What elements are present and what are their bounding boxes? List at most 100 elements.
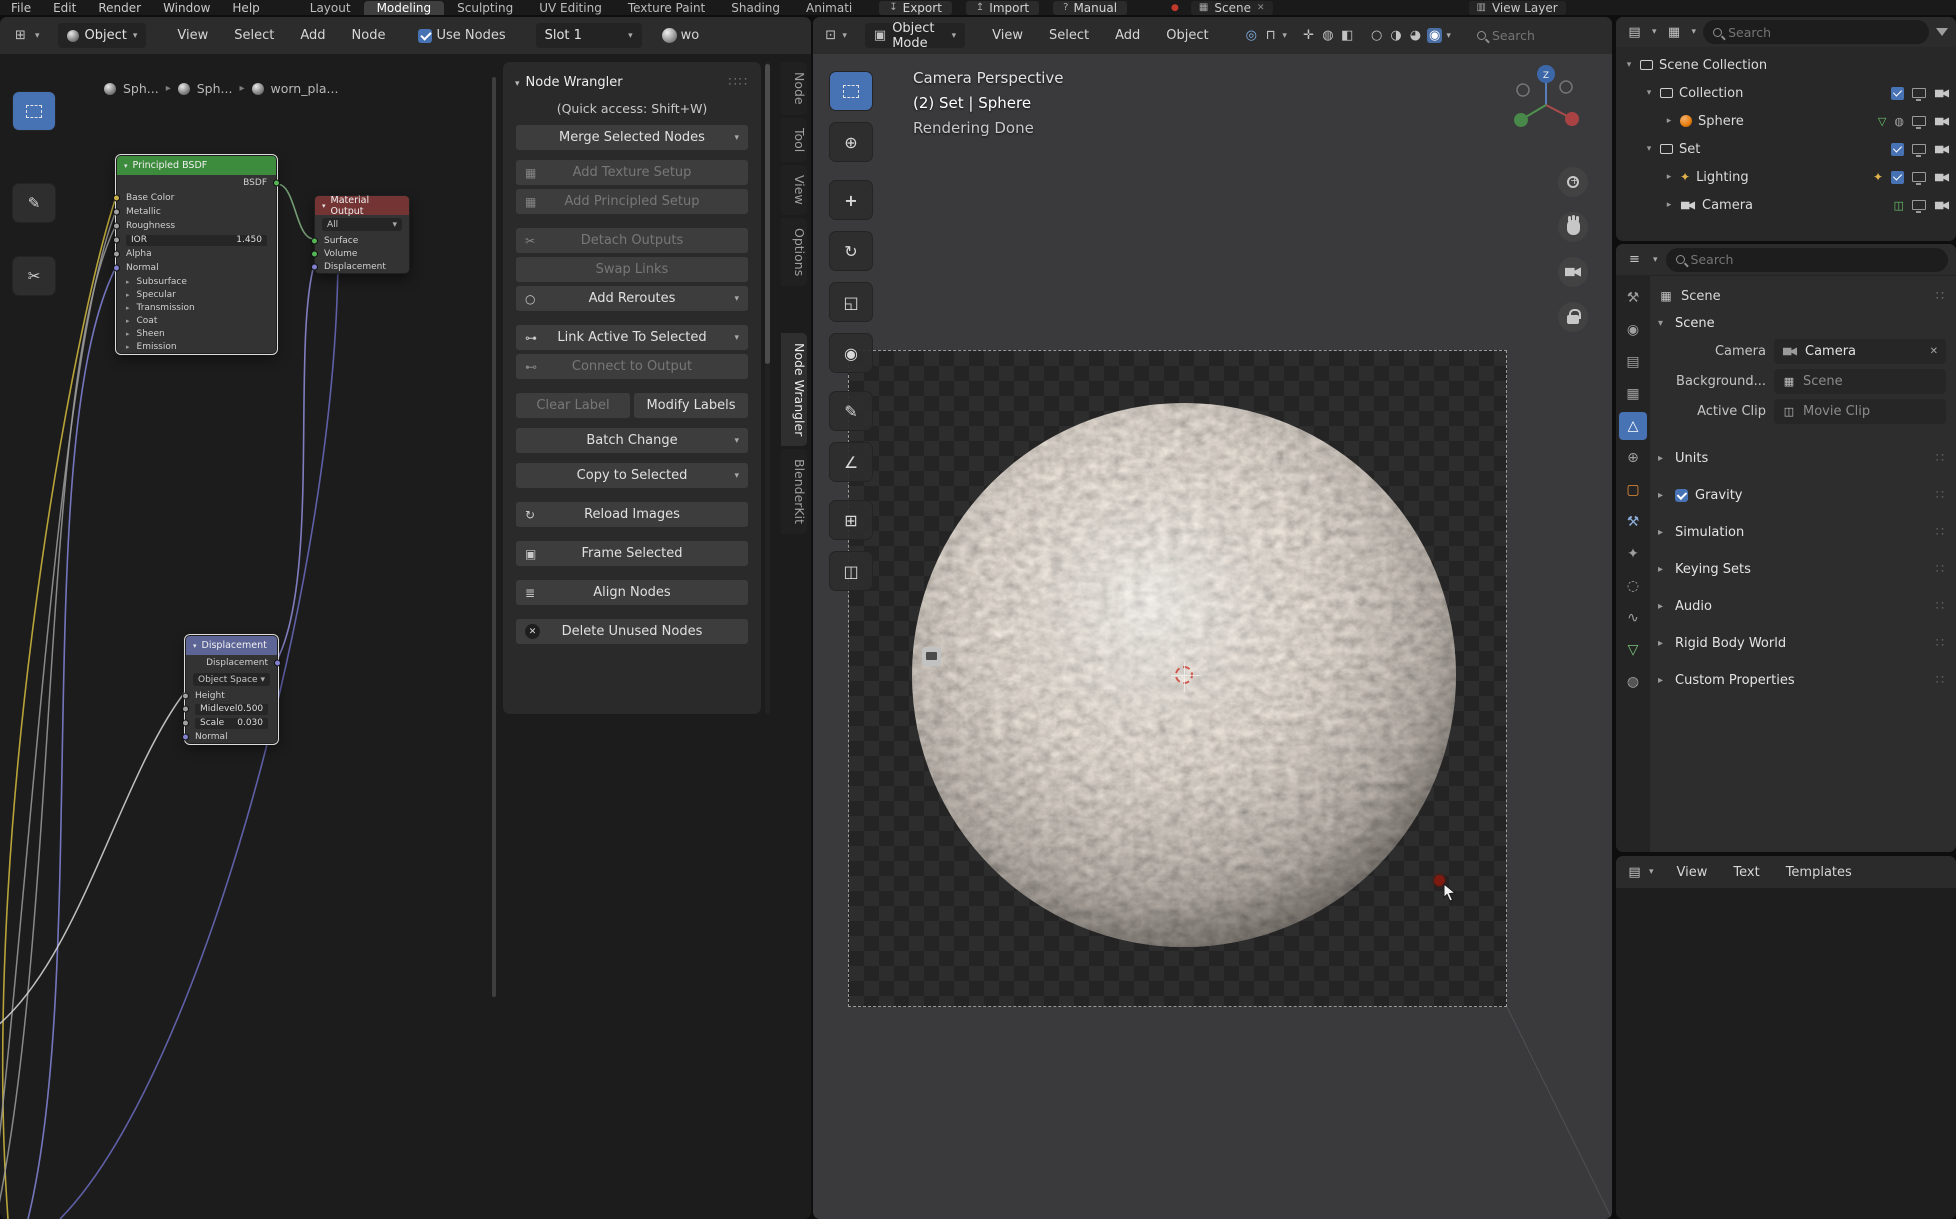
node-header[interactable]: ▾Displacement [186,636,277,655]
exclude-checkbox[interactable] [1891,87,1904,100]
midlevel-slider[interactable]: Midlevel0.500 [195,704,268,715]
properties-search[interactable] [1666,248,1948,272]
panel-keying-sets[interactable]: ▸Keying Sets∷ [1658,551,1946,588]
select-box-tool[interactable] [829,71,873,111]
detach-outputs-button[interactable]: ✂Detach Outputs [515,227,749,254]
panel-drag-handle[interactable]: ∷∷ [728,75,749,90]
node-displacement[interactable]: ▾Displacement Displacement Object Space▾… [185,635,278,744]
annotate-tool[interactable]: ✎ [12,183,56,223]
view-menu[interactable]: View [981,28,1034,43]
import-button[interactable]: ↥Import [966,1,1039,15]
normal-socket[interactable] [182,733,189,740]
material-preview-icon[interactable] [662,28,677,43]
add-principled-setup-button[interactable]: ▦Add Principled Setup [515,188,749,215]
target-dropdown[interactable]: All▾ [322,218,402,231]
interactive-add-tool[interactable]: ◫ [829,551,873,591]
midlevel-socket[interactable] [182,706,189,713]
roughness-socket[interactable] [113,223,120,230]
height-socket[interactable] [182,692,189,699]
node-editor-scrollbar[interactable] [492,77,496,997]
row-camera[interactable]: ▸ Camera ◫ [1616,191,1956,219]
hide-viewport-icon[interactable] [1912,144,1926,154]
exclude-checkbox[interactable] [1891,143,1904,156]
view-layer-selector[interactable]: ▥View Layer [1469,1,1566,15]
menu-render[interactable]: Render [87,1,152,15]
workspace-tab-animation[interactable]: Animati [793,1,865,15]
panel-gravity[interactable]: ▸Gravity∷ [1658,477,1946,514]
panel-scene[interactable]: ▾ Scene [1658,310,1946,336]
tab-physics[interactable]: ◌ [1619,572,1647,600]
normal-socket[interactable] [113,265,120,272]
panel-units[interactable]: ▸Units∷ [1658,440,1946,477]
background-field[interactable]: ▦Scene [1774,369,1946,394]
hide-viewport-icon[interactable] [1912,200,1926,210]
shading-material-icon[interactable]: ◕ [1408,28,1423,43]
reload-images-button[interactable]: ↻Reload Images [515,501,749,528]
viewport-search[interactable] [1467,24,1602,48]
panel-custom-properties[interactable]: ▸Custom Properties∷ [1658,662,1946,699]
breadcrumb-mesh[interactable]: Sph... [197,81,233,96]
move-tool[interactable]: + [829,180,873,220]
tab-object-data[interactable]: ▽ [1619,636,1647,664]
disclosure-icon[interactable]: ▸ [1664,172,1674,182]
zoom-button[interactable] [1558,167,1588,197]
editor-type-dropdown-icon[interactable]: ▾ [1652,27,1657,37]
filter-icon[interactable] [1936,28,1948,36]
links-cut-tool[interactable]: ✂ [12,256,56,296]
editor-type-dropdown-icon[interactable]: ▾ [1649,867,1654,877]
tab-output[interactable]: ▤ [1619,348,1647,376]
use-nodes-checkbox[interactable] [418,29,432,43]
row-collection[interactable]: ▾ Collection [1616,79,1956,107]
disable-render-icon[interactable] [1935,116,1949,126]
row-set[interactable]: ▾ Set [1616,135,1956,163]
viewport-search-input[interactable] [1492,28,1592,43]
shading-solid-icon[interactable]: ◑ [1388,28,1403,43]
text-menu-view[interactable]: View [1666,865,1719,880]
frame-selected-button[interactable]: ▣Frame Selected [515,540,749,567]
node-principled-bsdf[interactable]: ▾Principled BSDF BSDF Base Color Metalli… [116,155,277,354]
scene-unlink-icon[interactable]: ✕ [1257,3,1265,13]
manual-button[interactable]: ?Manual [1053,1,1127,15]
editor-type-dropdown-icon[interactable]: ▾ [1653,255,1658,265]
display-mode-dropdown-icon[interactable]: ▾ [1692,27,1697,37]
disable-render-icon[interactable] [1935,200,1949,210]
shading-dropdown-icon[interactable]: ▾ [1446,31,1451,41]
add-menu[interactable]: Add [1104,28,1151,43]
shader-menu-node[interactable]: Node [341,28,397,43]
panel-scrollbar[interactable] [765,62,770,714]
add-texture-setup-button[interactable]: ▦Add Texture Setup [515,159,749,186]
measure-tool[interactable]: ∠ [829,442,873,482]
disclosure-icon[interactable]: ▾ [1644,88,1654,98]
breadcrumb-material[interactable]: worn_pla... [271,81,339,96]
panel-simulation[interactable]: ▸Simulation∷ [1658,514,1946,551]
editor-type-icon[interactable]: ≡ [1624,252,1645,267]
connect-to-output-button[interactable]: ⊷Connect to Output [515,353,749,380]
batch-change-button[interactable]: Batch Change▾ [515,427,749,454]
slot-dropdown[interactable]: Slot 1▾ [536,23,642,48]
shader-menu-select[interactable]: Select [223,28,285,43]
breadcrumb-object[interactable]: Sph... [123,81,159,96]
snap-magnet-icon[interactable]: ⊓ [1263,28,1278,43]
breadcrumb-scene[interactable]: Scene [1681,289,1721,304]
outliner-search-input[interactable] [1728,25,1919,40]
hide-viewport-icon[interactable] [1912,88,1926,98]
base-color-socket[interactable] [113,195,120,202]
section-transmission[interactable]: Transmission [117,301,276,314]
tab-world[interactable]: ⊕ [1619,444,1647,472]
displacement-output-socket[interactable] [274,659,281,666]
workspace-tab-layout[interactable]: Layout [297,1,364,15]
tab-material[interactable]: ◍ [1619,668,1647,696]
section-coat[interactable]: Coat [117,314,276,327]
editor-type-icon[interactable]: ▤ [1624,865,1645,880]
camera-view-button[interactable] [1558,257,1588,287]
bsdf-output-socket[interactable] [273,180,280,187]
disable-render-icon[interactable] [1935,88,1949,98]
tab-view[interactable]: View [781,165,807,215]
panel-collapse-icon[interactable]: ▾ [515,79,520,89]
text-menu-text[interactable]: Text [1722,865,1770,880]
pan-button[interactable] [1558,212,1588,242]
export-button[interactable]: ↧Export [879,1,952,15]
navigation-gizmo[interactable]: Z [1506,61,1586,141]
displacement-socket[interactable] [311,263,318,270]
proportional-editing-icon[interactable]: ◎ [1244,28,1259,43]
